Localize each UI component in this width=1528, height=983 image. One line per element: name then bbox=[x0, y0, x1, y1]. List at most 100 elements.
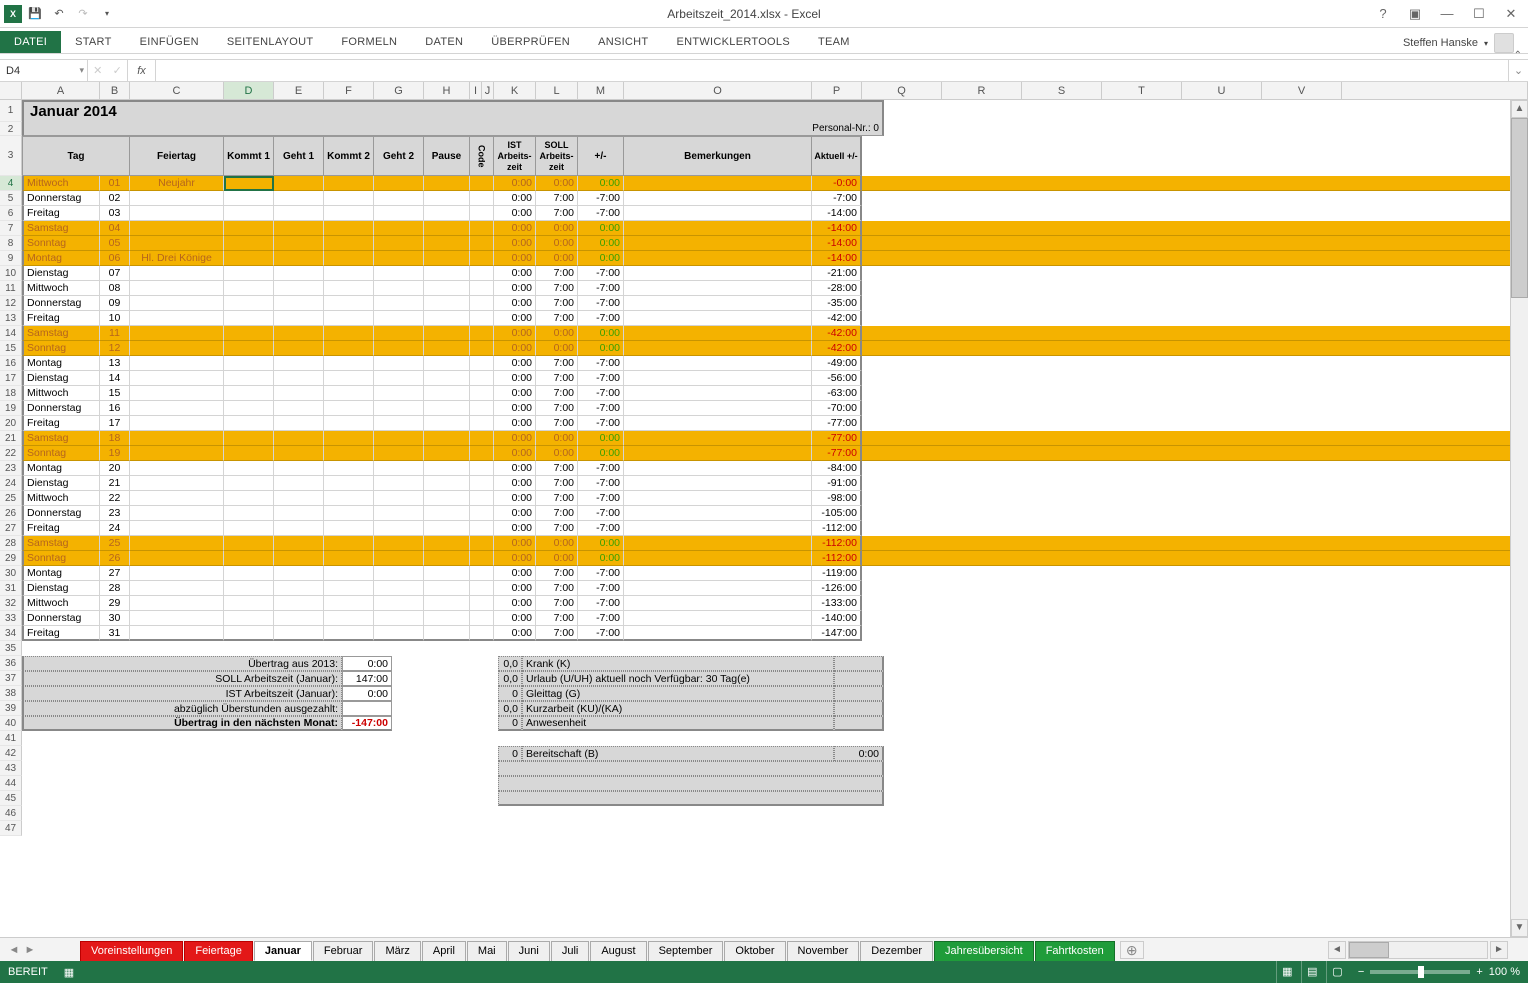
col-header[interactable]: D bbox=[224, 82, 274, 99]
cell-akt[interactable]: -140:00 bbox=[812, 611, 862, 626]
cell-pause[interactable] bbox=[424, 566, 470, 581]
row-header[interactable]: 12 bbox=[0, 296, 22, 311]
cell-pm[interactable]: -7:00 bbox=[578, 596, 624, 611]
cell-akt[interactable]: -77:00 bbox=[812, 446, 862, 461]
cell-pm[interactable]: -7:00 bbox=[578, 626, 624, 641]
cell-k2[interactable] bbox=[324, 266, 374, 281]
cell-holiday[interactable] bbox=[130, 386, 224, 401]
cell-g1[interactable] bbox=[274, 191, 324, 206]
cell-pause[interactable] bbox=[424, 596, 470, 611]
cell-ist[interactable]: 0:00 bbox=[494, 536, 536, 551]
cell-soll[interactable]: 0:00 bbox=[536, 236, 578, 251]
cell-k2[interactable] bbox=[324, 581, 374, 596]
cell-daynum[interactable]: 02 bbox=[100, 191, 130, 206]
cell-soll[interactable]: 7:00 bbox=[536, 476, 578, 491]
cell-daynum[interactable]: 04 bbox=[100, 221, 130, 236]
cell-code[interactable] bbox=[470, 206, 494, 221]
cell-ist[interactable]: 0:00 bbox=[494, 236, 536, 251]
cell-akt[interactable]: -105:00 bbox=[812, 506, 862, 521]
cell-ist[interactable]: 0:00 bbox=[494, 341, 536, 356]
sheet-tab-mai[interactable]: Mai bbox=[467, 941, 507, 961]
legend-txt[interactable]: Gleittag (G) bbox=[522, 686, 834, 701]
cell-g1[interactable] bbox=[274, 446, 324, 461]
col-header[interactable]: U bbox=[1182, 82, 1262, 99]
cell-g1[interactable] bbox=[274, 266, 324, 281]
row-header[interactable]: 27 bbox=[0, 521, 22, 536]
summary-value[interactable]: 0:00 bbox=[342, 686, 392, 701]
cell-k1[interactable] bbox=[224, 356, 274, 371]
cell-ist[interactable]: 0:00 bbox=[494, 566, 536, 581]
cell-k2[interactable] bbox=[324, 551, 374, 566]
cell-g1[interactable] bbox=[274, 476, 324, 491]
cell-g1[interactable] bbox=[274, 356, 324, 371]
cell-k2[interactable] bbox=[324, 281, 374, 296]
th-g2[interactable]: Geht 2 bbox=[374, 136, 424, 176]
cell-k1[interactable] bbox=[224, 416, 274, 431]
cell-pm[interactable]: -7:00 bbox=[578, 281, 624, 296]
cell-g1[interactable] bbox=[274, 341, 324, 356]
cell-k2[interactable] bbox=[324, 536, 374, 551]
cell-g2[interactable] bbox=[374, 401, 424, 416]
cell-pm[interactable]: 0:00 bbox=[578, 446, 624, 461]
cell-daynum[interactable]: 18 bbox=[100, 431, 130, 446]
cell-ist[interactable]: 0:00 bbox=[494, 326, 536, 341]
cell-ist[interactable]: 0:00 bbox=[494, 476, 536, 491]
cell-daynum[interactable]: 17 bbox=[100, 416, 130, 431]
sheet-tab-fahrtkosten[interactable]: Fahrtkosten bbox=[1035, 941, 1115, 961]
cell-g1[interactable] bbox=[274, 506, 324, 521]
cell-g2[interactable] bbox=[374, 206, 424, 221]
cell-k1[interactable] bbox=[224, 611, 274, 626]
col-header[interactable]: M bbox=[578, 82, 624, 99]
cell-daynum[interactable]: 01 bbox=[100, 176, 130, 191]
th-pause[interactable]: Pause bbox=[424, 136, 470, 176]
cell-g1[interactable] bbox=[274, 521, 324, 536]
cell-pm[interactable]: -7:00 bbox=[578, 356, 624, 371]
cell-akt[interactable]: -84:00 bbox=[812, 461, 862, 476]
cell-pause[interactable] bbox=[424, 386, 470, 401]
page-break-icon[interactable]: ▢ bbox=[1326, 961, 1348, 983]
cell-g1[interactable] bbox=[274, 176, 324, 191]
tab-formeln[interactable]: FORMELN bbox=[327, 31, 411, 53]
zoom-control[interactable]: − + 100 % bbox=[1358, 966, 1520, 978]
cell-pause[interactable] bbox=[424, 341, 470, 356]
row-header[interactable]: 1 bbox=[0, 100, 22, 122]
cell-k2[interactable] bbox=[324, 311, 374, 326]
row-header[interactable]: 13 bbox=[0, 311, 22, 326]
cell-holiday[interactable] bbox=[130, 581, 224, 596]
row-header[interactable]: 39 bbox=[0, 701, 22, 716]
row-header[interactable]: 3 bbox=[0, 136, 22, 176]
cell-k2[interactable] bbox=[324, 356, 374, 371]
row-header[interactable]: 4 bbox=[0, 176, 22, 191]
cell-day[interactable]: Freitag bbox=[22, 206, 100, 221]
row-header[interactable]: 38 bbox=[0, 686, 22, 701]
cell-pm[interactable]: -7:00 bbox=[578, 296, 624, 311]
cell-bem[interactable] bbox=[624, 401, 812, 416]
cell-k2[interactable] bbox=[324, 236, 374, 251]
sheet-tab-februar[interactable]: Februar bbox=[313, 941, 374, 961]
cell-code[interactable] bbox=[470, 251, 494, 266]
cell-k1[interactable] bbox=[224, 536, 274, 551]
cell-day[interactable]: Freitag bbox=[22, 626, 100, 641]
cell-bem[interactable] bbox=[624, 356, 812, 371]
cell-k2[interactable] bbox=[324, 596, 374, 611]
cell-pm[interactable]: 0:00 bbox=[578, 551, 624, 566]
cell-g2[interactable] bbox=[374, 431, 424, 446]
cell-soll[interactable]: 7:00 bbox=[536, 506, 578, 521]
cell-day[interactable]: Donnerstag bbox=[22, 611, 100, 626]
cell-pm[interactable]: -7:00 bbox=[578, 371, 624, 386]
col-header[interactable]: P bbox=[812, 82, 862, 99]
cell-pause[interactable] bbox=[424, 251, 470, 266]
cell-k1[interactable] bbox=[224, 266, 274, 281]
cell-k1[interactable] bbox=[224, 476, 274, 491]
cell-holiday[interactable] bbox=[130, 221, 224, 236]
cell-akt[interactable]: -14:00 bbox=[812, 206, 862, 221]
row-header[interactable]: 30 bbox=[0, 566, 22, 581]
cell-daynum[interactable]: 30 bbox=[100, 611, 130, 626]
cell-pm[interactable]: 0:00 bbox=[578, 431, 624, 446]
cell-akt[interactable]: -77:00 bbox=[812, 416, 862, 431]
cell-day[interactable]: Dienstag bbox=[22, 476, 100, 491]
row-header[interactable]: 31 bbox=[0, 581, 22, 596]
row-header[interactable]: 29 bbox=[0, 551, 22, 566]
col-header[interactable]: R bbox=[942, 82, 1022, 99]
cell-soll[interactable]: 7:00 bbox=[536, 191, 578, 206]
